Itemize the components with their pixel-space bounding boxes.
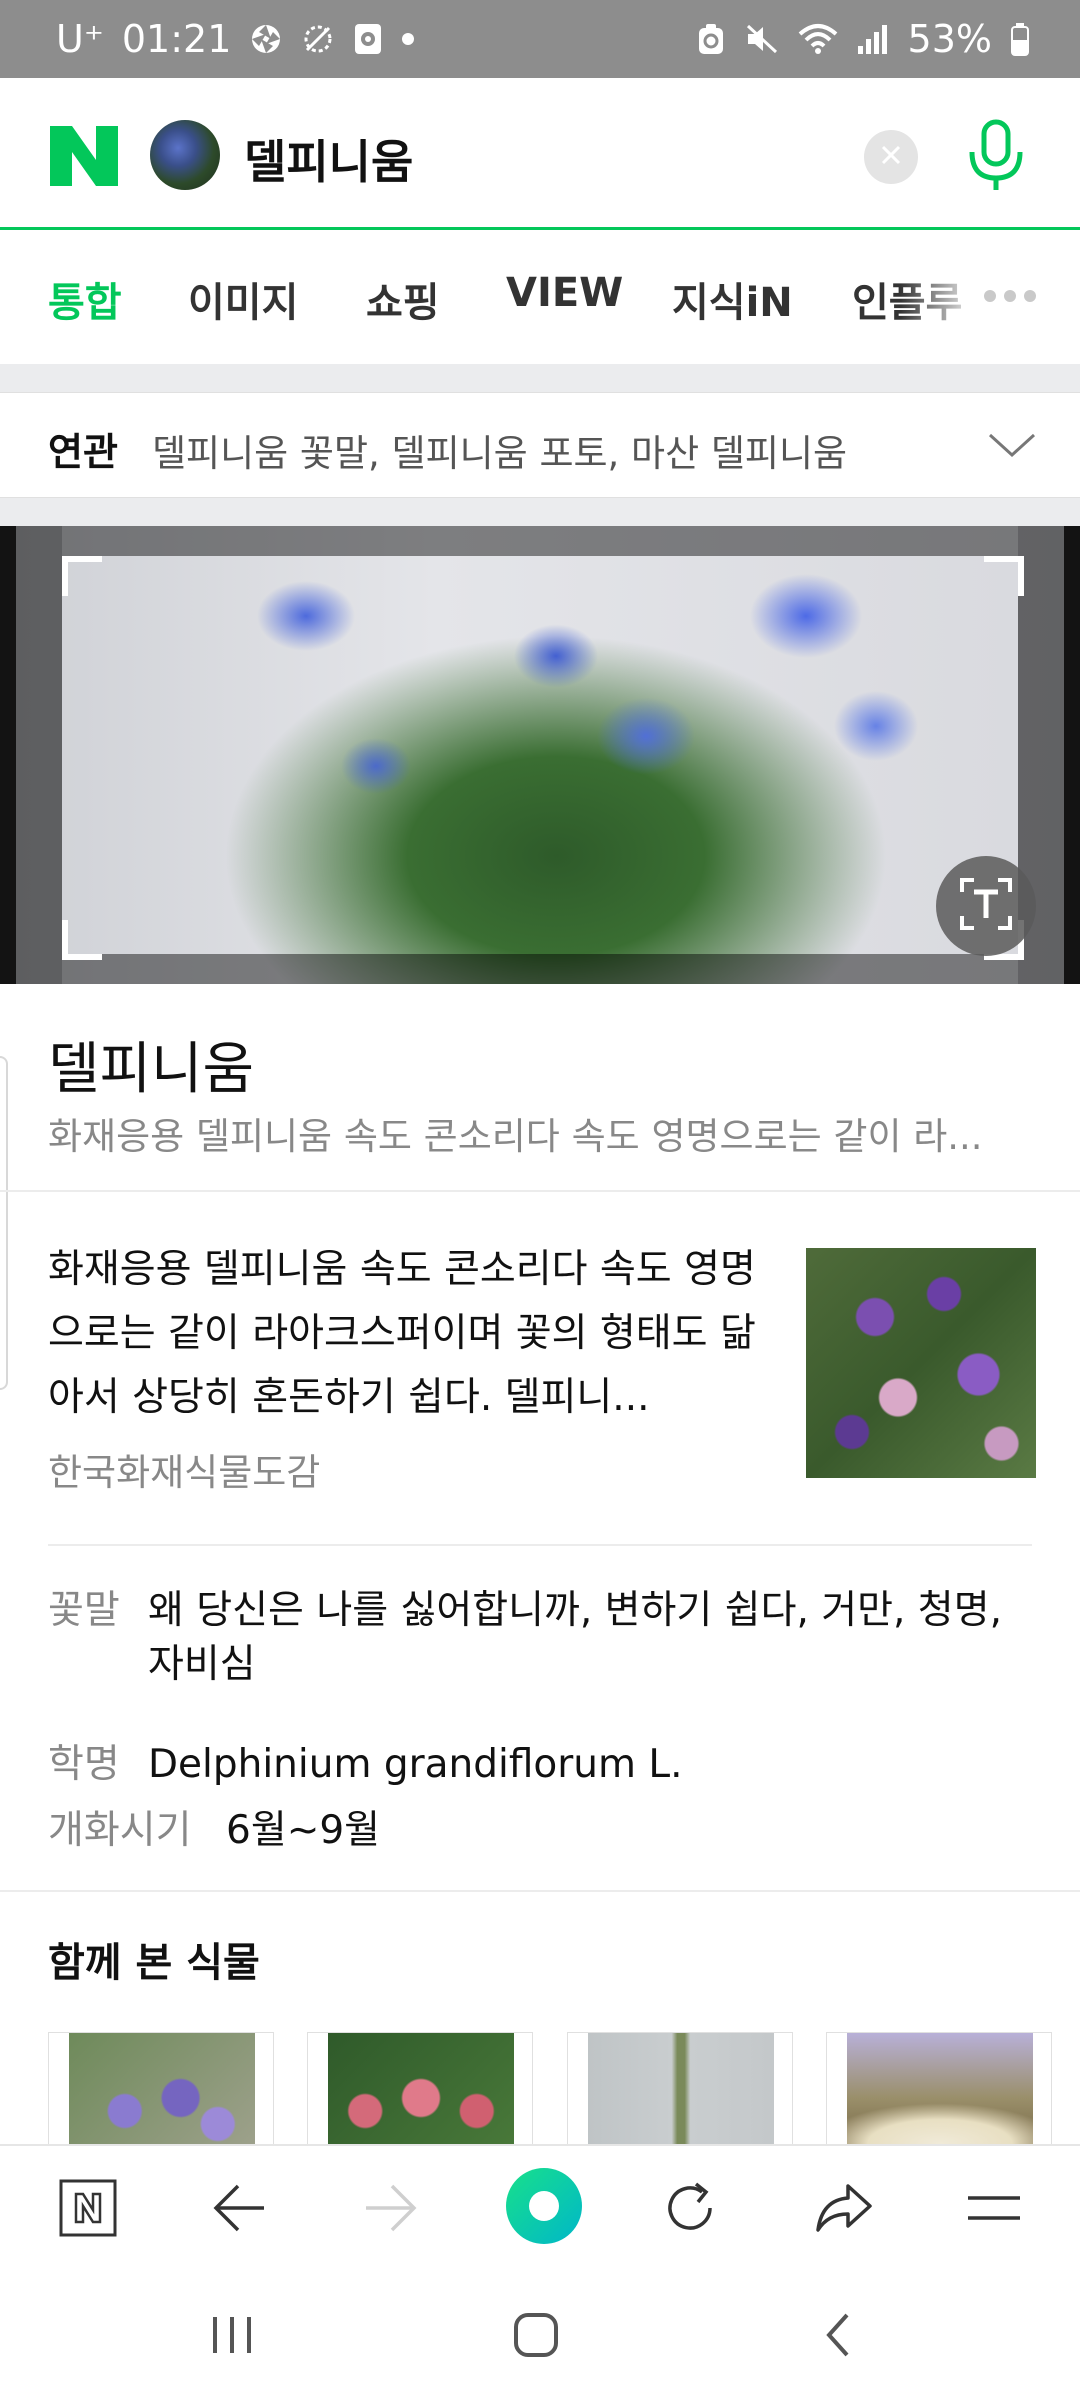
crop-corner[interactable] bbox=[984, 556, 1024, 596]
info-value: 왜 당신은 나를 싫어합니까, 변하기 쉽다, 거만, 청명, 자비심 bbox=[148, 1588, 1002, 1687]
info-value: Delphinium grandiflorum L. bbox=[148, 1742, 683, 1787]
recycle-icon bbox=[696, 22, 726, 56]
recent-apps-button[interactable] bbox=[192, 2302, 272, 2372]
query-thumbnail bbox=[150, 120, 220, 190]
tab-shopping[interactable]: 쇼핑 bbox=[366, 270, 440, 328]
menu-icon bbox=[966, 2190, 1022, 2230]
menu-button[interactable] bbox=[956, 2172, 1032, 2248]
crop-dim-bottom bbox=[62, 954, 1018, 984]
plant-description: 화재응용 델피니움 속도 콘소리다 속도 영명으로는 같이 라아크스퍼이며 꽃의… bbox=[48, 1247, 756, 1420]
related-plant-card[interactable] bbox=[48, 2032, 274, 2144]
info-key: 개화시기 bbox=[48, 1808, 192, 1853]
microphone-icon bbox=[964, 119, 1028, 198]
status-time: 01:21 bbox=[121, 17, 232, 61]
tab-knowledge-in[interactable]: 지식iN bbox=[672, 270, 793, 328]
related-plants-section: 함께 본 식물 bbox=[0, 1890, 1080, 2144]
system-navigation-bar bbox=[0, 2272, 1080, 2400]
related-plant-card[interactable] bbox=[826, 2032, 1052, 2144]
share-button[interactable] bbox=[806, 2172, 882, 2248]
refresh-button[interactable] bbox=[652, 2172, 728, 2248]
crop-dim-left bbox=[0, 526, 62, 984]
chevron-down-icon[interactable] bbox=[988, 431, 1036, 463]
browser-toolbar bbox=[0, 2144, 1080, 2272]
recent-apps-icon bbox=[207, 2313, 257, 2361]
share-icon bbox=[814, 2180, 874, 2240]
crop-corner[interactable] bbox=[62, 556, 102, 596]
related-plant-image bbox=[588, 2033, 774, 2144]
description-thumbnail[interactable] bbox=[806, 1248, 1036, 1478]
info-key: 학명 bbox=[48, 1742, 120, 1787]
battery-percentage: 53% bbox=[907, 17, 992, 61]
back-button[interactable] bbox=[202, 2172, 278, 2248]
sync-off-icon bbox=[301, 22, 335, 56]
text-scan-icon bbox=[958, 876, 1014, 936]
related-searches[interactable]: 연관 델피니움 꽃말, 델피니움 포토, 마산 델피니움 bbox=[0, 392, 1080, 498]
related-label: 연관 bbox=[48, 430, 118, 474]
arrow-right-icon bbox=[362, 2183, 418, 2237]
info-key: 꽃말 bbox=[48, 1588, 120, 1633]
wifi-icon bbox=[798, 22, 838, 56]
section-gap bbox=[0, 364, 1080, 392]
arrow-left-icon bbox=[212, 2183, 268, 2237]
info-row-flower-language: 꽃말 왜 당신은 나를 싫어합니까, 변하기 쉽다, 거만, 청명, 자비심 bbox=[48, 1584, 1038, 1704]
forward-button[interactable] bbox=[352, 2172, 428, 2248]
delphinium-photo bbox=[16, 526, 1064, 984]
more-tabs-button[interactable] bbox=[984, 290, 1036, 302]
related-plant-image bbox=[847, 2033, 1033, 2144]
refresh-icon bbox=[660, 2178, 720, 2242]
knowledge-title-block: 델피니움 화재응용 델피니움 속도 콘소리다 속도 영명으로는 같이 라... bbox=[0, 984, 1080, 1192]
info-value: 6월~9월 bbox=[226, 1808, 381, 1853]
clear-search-button[interactable] bbox=[864, 130, 918, 184]
search-bar: 델피니움 bbox=[0, 78, 1080, 230]
text-scan-button[interactable] bbox=[936, 856, 1036, 956]
related-plant-card[interactable] bbox=[567, 2032, 793, 2144]
info-row-scientific-name: 학명 Delphinium grandiflorum L. bbox=[48, 1738, 1038, 1792]
plant-subtitle: 화재응용 델피니움 속도 콘소리다 속도 영명으로는 같이 라... bbox=[48, 1115, 983, 1158]
close-icon bbox=[879, 143, 903, 171]
plant-description-card[interactable]: 화재응용 델피니움 속도 콘소리다 속도 영명으로는 같이 라아크스퍼이며 꽃의… bbox=[0, 1190, 1080, 1545]
green-dot-icon bbox=[504, 2166, 584, 2250]
naver-home-icon bbox=[58, 2178, 118, 2242]
chevron-left-icon bbox=[823, 2311, 853, 2363]
naver-logo[interactable] bbox=[50, 126, 118, 186]
search-tabs: 통합 이미지 쇼핑 VIEW 지식iN 인플루 bbox=[0, 230, 1080, 364]
home-button[interactable] bbox=[496, 2302, 576, 2372]
more-notifications-dot bbox=[401, 32, 415, 46]
related-plants-title: 함께 본 식물 bbox=[48, 1940, 260, 1986]
description-source[interactable]: 한국화재식물도감 bbox=[48, 1442, 320, 1496]
plant-title: 델피니움 bbox=[48, 1037, 255, 1102]
status-bar: U⁺ 01:21 53% bbox=[0, 0, 1080, 78]
tab-integrated[interactable]: 통합 bbox=[48, 270, 122, 328]
related-search-terms[interactable]: 델피니움 꽃말, 델피니움 포토, 마산 델피니움 bbox=[152, 423, 847, 477]
search-query-text[interactable]: 델피니움 bbox=[244, 126, 413, 192]
back-nav-button[interactable] bbox=[798, 2302, 878, 2372]
hero-image[interactable] bbox=[0, 526, 1080, 984]
crop-corner[interactable] bbox=[62, 920, 102, 960]
aperture-icon bbox=[249, 22, 283, 56]
plant-info: 꽃말 왜 당신은 나를 싫어합니까, 변하기 쉽다, 거만, 청명, 자비심 학… bbox=[0, 1546, 1080, 1892]
related-plant-card[interactable] bbox=[307, 2032, 533, 2144]
related-plant-image bbox=[69, 2033, 255, 2144]
section-gap bbox=[0, 498, 1080, 526]
home-icon bbox=[512, 2311, 560, 2363]
tab-images[interactable]: 이미지 bbox=[188, 270, 298, 328]
carrier-label: U⁺ bbox=[56, 17, 104, 61]
related-plant-image bbox=[328, 2033, 514, 2144]
battery-icon bbox=[1010, 22, 1030, 56]
crop-dim-top bbox=[62, 526, 1018, 556]
mute-icon bbox=[744, 22, 780, 56]
voice-search-button[interactable] bbox=[964, 118, 1028, 194]
info-row-blooming-period: 개화시기 6월~9월 bbox=[48, 1804, 1038, 1858]
signal-icon bbox=[856, 22, 890, 56]
app-notification-icon bbox=[353, 22, 383, 56]
green-dot-button[interactable] bbox=[502, 2166, 586, 2250]
naver-home-button[interactable] bbox=[50, 2172, 126, 2248]
tab-view[interactable]: VIEW bbox=[506, 270, 623, 316]
